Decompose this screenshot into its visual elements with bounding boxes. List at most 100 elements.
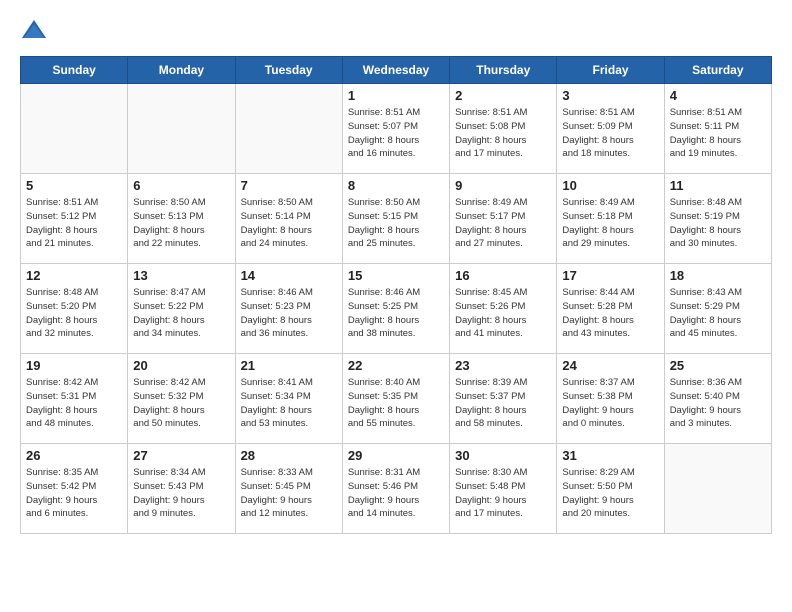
calendar-week-row: 5 Sunrise: 8:51 AM Sunset: 5:12 PM Daylig…	[21, 174, 772, 264]
cell-info: Sunrise: 8:33 AM Sunset: 5:45 PM Dayligh…	[241, 466, 337, 521]
day-number: 7	[241, 178, 337, 193]
calendar-cell: 20Sunrise: 8:42 AM Sunset: 5:32 PM Dayli…	[128, 354, 235, 444]
cell-info: Sunrise: 8:41 AM Sunset: 5:34 PM Dayligh…	[241, 376, 337, 431]
cell-info: Sunrise: 8:45 AM Sunset: 5:26 PM Dayligh…	[455, 286, 551, 341]
calendar-cell: 26 Sunrise: 8:35 AM Sunset: 5:42 PM Dayli…	[21, 444, 128, 534]
calendar-cell: 5 Sunrise: 8:51 AM Sunset: 5:12 PM Daylig…	[21, 174, 128, 264]
day-number: 18	[670, 268, 766, 283]
calendar-cell: 27Sunrise: 8:34 AM Sunset: 5:43 PM Dayli…	[128, 444, 235, 534]
cell-info: Sunrise: 8:36 AM Sunset: 5:40 PM Dayligh…	[670, 376, 766, 431]
calendar-cell: 7 Sunrise: 8:50 AM Sunset: 5:14 PM Daylig…	[235, 174, 342, 264]
calendar-cell: 31 Sunrise: 8:29 AM Sunset: 5:50 PM Dayli…	[557, 444, 664, 534]
calendar-cell: 15 Sunrise: 8:46 AM Sunset: 5:25 PM Dayli…	[342, 264, 449, 354]
calendar-cell: 23 Sunrise: 8:39 AM Sunset: 5:37 PM Dayli…	[450, 354, 557, 444]
calendar-cell: 21 Sunrise: 8:41 AM Sunset: 5:34 PM Dayli…	[235, 354, 342, 444]
calendar-body: 1 Sunrise: 8:51 AM Sunset: 5:07 PM Daylig…	[21, 84, 772, 534]
cell-info: Sunrise: 8:31 AM Sunset: 5:46 PM Dayligh…	[348, 466, 444, 521]
day-header-tuesday: Tuesday	[235, 57, 342, 84]
calendar-cell: 4Sunrise: 8:51 AM Sunset: 5:11 PM Daylig…	[664, 84, 771, 174]
cell-info: Sunrise: 8:30 AM Sunset: 5:48 PM Dayligh…	[455, 466, 551, 521]
cell-info: Sunrise: 8:50 AM Sunset: 5:14 PM Dayligh…	[241, 196, 337, 251]
cell-info: Sunrise: 8:47 AM Sunset: 5:22 PM Dayligh…	[133, 286, 229, 341]
calendar-cell: 18 Sunrise: 8:43 AM Sunset: 5:29 PM Dayli…	[664, 264, 771, 354]
calendar-cell: 8 Sunrise: 8:50 AM Sunset: 5:15 PM Daylig…	[342, 174, 449, 264]
calendar-week-row: 1 Sunrise: 8:51 AM Sunset: 5:07 PM Daylig…	[21, 84, 772, 174]
day-number: 28	[241, 448, 337, 463]
cell-info: Sunrise: 8:50 AM Sunset: 5:15 PM Dayligh…	[348, 196, 444, 251]
day-number: 17	[562, 268, 658, 283]
calendar-cell	[128, 84, 235, 174]
cell-info: Sunrise: 8:51 AM Sunset: 5:07 PM Dayligh…	[348, 106, 444, 161]
day-number: 29	[348, 448, 444, 463]
day-header-saturday: Saturday	[664, 57, 771, 84]
cell-info: Sunrise: 8:40 AM Sunset: 5:35 PM Dayligh…	[348, 376, 444, 431]
page-header	[20, 16, 772, 44]
day-number: 23	[455, 358, 551, 373]
cell-info: Sunrise: 8:50 AM Sunset: 5:13 PM Dayligh…	[133, 196, 229, 251]
calendar-week-row: 26 Sunrise: 8:35 AM Sunset: 5:42 PM Dayli…	[21, 444, 772, 534]
calendar-cell: 10 Sunrise: 8:49 AM Sunset: 5:18 PM Dayli…	[557, 174, 664, 264]
day-number: 12	[26, 268, 122, 283]
calendar-cell: 9Sunrise: 8:49 AM Sunset: 5:17 PM Daylig…	[450, 174, 557, 264]
cell-info: Sunrise: 8:29 AM Sunset: 5:50 PM Dayligh…	[562, 466, 658, 521]
day-header-friday: Friday	[557, 57, 664, 84]
day-header-sunday: Sunday	[21, 57, 128, 84]
cell-info: Sunrise: 8:51 AM Sunset: 5:11 PM Dayligh…	[670, 106, 766, 161]
calendar-cell	[235, 84, 342, 174]
day-number: 15	[348, 268, 444, 283]
day-number: 30	[455, 448, 551, 463]
calendar-cell: 22 Sunrise: 8:40 AM Sunset: 5:35 PM Dayli…	[342, 354, 449, 444]
calendar-cell	[21, 84, 128, 174]
day-number: 9	[455, 178, 551, 193]
day-number: 26	[26, 448, 122, 463]
calendar-cell: 17 Sunrise: 8:44 AM Sunset: 5:28 PM Dayli…	[557, 264, 664, 354]
day-number: 11	[670, 178, 766, 193]
calendar-cell: 6 Sunrise: 8:50 AM Sunset: 5:13 PM Daylig…	[128, 174, 235, 264]
calendar-cell: 14 Sunrise: 8:46 AM Sunset: 5:23 PM Dayli…	[235, 264, 342, 354]
day-number: 19	[26, 358, 122, 373]
day-number: 3	[562, 88, 658, 103]
cell-info: Sunrise: 8:39 AM Sunset: 5:37 PM Dayligh…	[455, 376, 551, 431]
cell-info: Sunrise: 8:37 AM Sunset: 5:38 PM Dayligh…	[562, 376, 658, 431]
day-number: 22	[348, 358, 444, 373]
day-number: 14	[241, 268, 337, 283]
calendar-cell: 25Sunrise: 8:36 AM Sunset: 5:40 PM Dayli…	[664, 354, 771, 444]
cell-info: Sunrise: 8:46 AM Sunset: 5:23 PM Dayligh…	[241, 286, 337, 341]
calendar-cell: 30 Sunrise: 8:30 AM Sunset: 5:48 PM Dayli…	[450, 444, 557, 534]
day-number: 2	[455, 88, 551, 103]
calendar-cell: 11 Sunrise: 8:48 AM Sunset: 5:19 PM Dayli…	[664, 174, 771, 264]
day-number: 5	[26, 178, 122, 193]
logo-icon	[20, 16, 48, 44]
calendar-cell: 2Sunrise: 8:51 AM Sunset: 5:08 PM Daylig…	[450, 84, 557, 174]
day-header-monday: Monday	[128, 57, 235, 84]
cell-info: Sunrise: 8:46 AM Sunset: 5:25 PM Dayligh…	[348, 286, 444, 341]
cell-info: Sunrise: 8:42 AM Sunset: 5:32 PM Dayligh…	[133, 376, 229, 431]
cell-info: Sunrise: 8:48 AM Sunset: 5:19 PM Dayligh…	[670, 196, 766, 251]
day-number: 13	[133, 268, 229, 283]
day-number: 21	[241, 358, 337, 373]
calendar-cell: 29 Sunrise: 8:31 AM Sunset: 5:46 PM Dayli…	[342, 444, 449, 534]
cell-info: Sunrise: 8:42 AM Sunset: 5:31 PM Dayligh…	[26, 376, 122, 431]
calendar-cell: 12Sunrise: 8:48 AM Sunset: 5:20 PM Dayli…	[21, 264, 128, 354]
calendar-cell: 13 Sunrise: 8:47 AM Sunset: 5:22 PM Dayli…	[128, 264, 235, 354]
cell-info: Sunrise: 8:35 AM Sunset: 5:42 PM Dayligh…	[26, 466, 122, 521]
day-number: 16	[455, 268, 551, 283]
calendar-cell: 1 Sunrise: 8:51 AM Sunset: 5:07 PM Daylig…	[342, 84, 449, 174]
cell-info: Sunrise: 8:51 AM Sunset: 5:12 PM Dayligh…	[26, 196, 122, 251]
calendar-cell: 16 Sunrise: 8:45 AM Sunset: 5:26 PM Dayli…	[450, 264, 557, 354]
day-number: 6	[133, 178, 229, 193]
cell-info: Sunrise: 8:34 AM Sunset: 5:43 PM Dayligh…	[133, 466, 229, 521]
day-number: 31	[562, 448, 658, 463]
day-number: 10	[562, 178, 658, 193]
day-number: 1	[348, 88, 444, 103]
day-number: 24	[562, 358, 658, 373]
cell-info: Sunrise: 8:43 AM Sunset: 5:29 PM Dayligh…	[670, 286, 766, 341]
calendar-cell	[664, 444, 771, 534]
calendar-cell: 19 Sunrise: 8:42 AM Sunset: 5:31 PM Dayli…	[21, 354, 128, 444]
day-number: 8	[348, 178, 444, 193]
calendar-table: SundayMondayTuesdayWednesdayThursdayFrid…	[20, 56, 772, 534]
cell-info: Sunrise: 8:49 AM Sunset: 5:18 PM Dayligh…	[562, 196, 658, 251]
cell-info: Sunrise: 8:44 AM Sunset: 5:28 PM Dayligh…	[562, 286, 658, 341]
calendar-cell: 3Sunrise: 8:51 AM Sunset: 5:09 PM Daylig…	[557, 84, 664, 174]
calendar-week-row: 12Sunrise: 8:48 AM Sunset: 5:20 PM Dayli…	[21, 264, 772, 354]
